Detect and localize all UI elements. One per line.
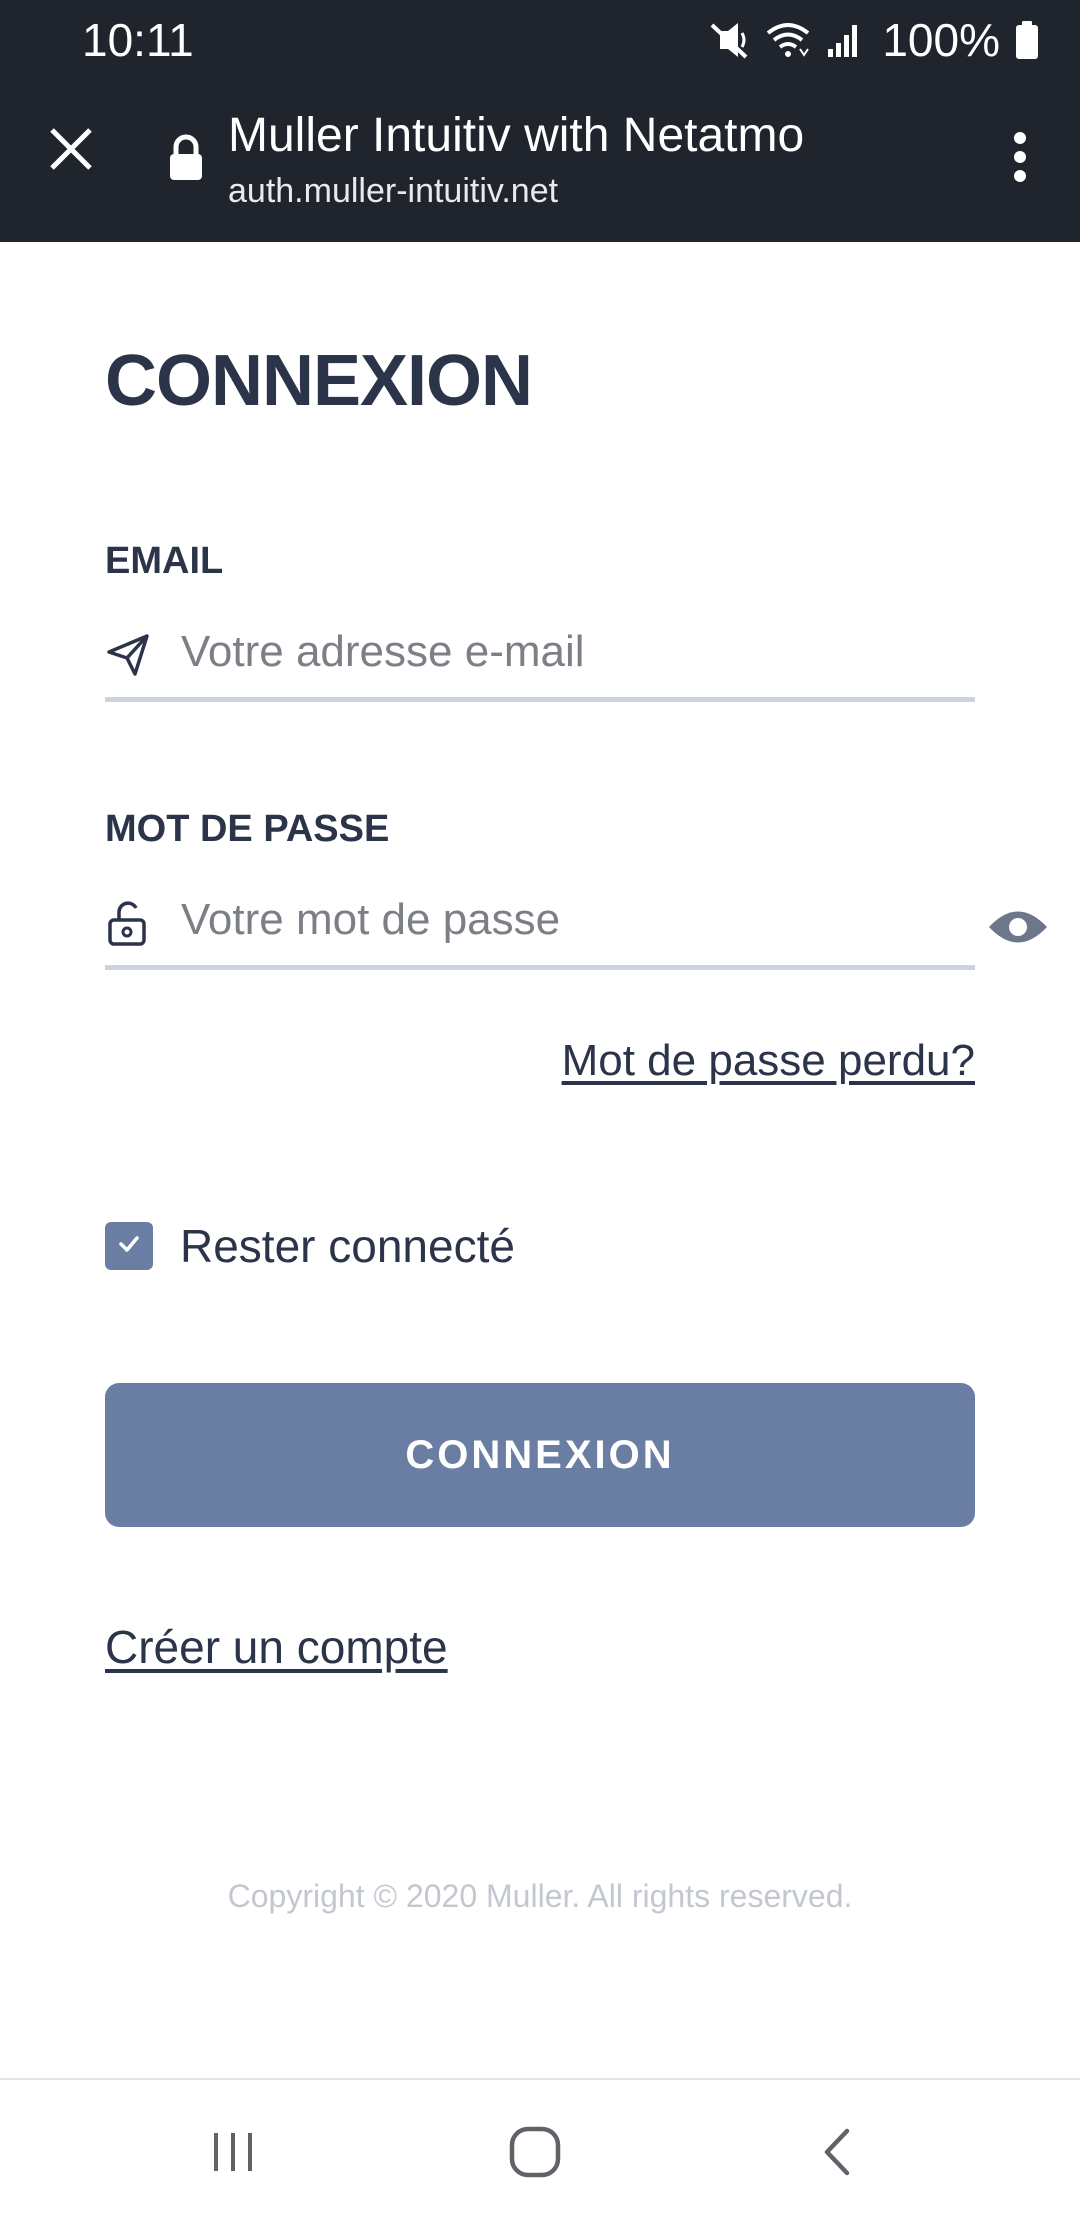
unlock-icon bbox=[105, 900, 151, 946]
email-field-row bbox=[105, 612, 975, 702]
status-time: 10:11 bbox=[82, 14, 194, 66]
page-url: auth.muller-intuitiv.net bbox=[228, 172, 559, 210]
remember-me-checkbox[interactable] bbox=[105, 1222, 153, 1270]
eye-icon bbox=[987, 906, 1049, 953]
battery-percentage: 100% bbox=[882, 14, 1000, 66]
login-button[interactable]: CONNEXION bbox=[105, 1383, 975, 1527]
remember-me-label[interactable]: Rester connecté bbox=[180, 1216, 515, 1276]
toggle-password-visibility-button[interactable] bbox=[986, 897, 1050, 961]
email-label: EMAIL bbox=[105, 540, 224, 582]
close-icon bbox=[48, 126, 94, 177]
wifi-icon bbox=[764, 19, 812, 61]
create-account-link[interactable]: Créer un compte bbox=[105, 1620, 448, 1674]
mute-icon bbox=[708, 19, 750, 61]
system-nav-bar bbox=[0, 2078, 1080, 2220]
page-title: Muller Intuitiv with Netatmo bbox=[228, 109, 805, 162]
check-icon bbox=[116, 1231, 142, 1262]
back-icon bbox=[817, 2127, 857, 2182]
more-vert-icon bbox=[1013, 131, 1027, 188]
back-button[interactable] bbox=[792, 2114, 882, 2194]
copyright-text: Copyright © 2020 Muller. All rights rese… bbox=[227, 1878, 853, 1914]
status-icons: 100% bbox=[708, 10, 1040, 70]
login-heading: CONNEXION bbox=[105, 341, 533, 421]
battery-icon bbox=[1014, 19, 1040, 61]
home-icon bbox=[508, 2125, 562, 2184]
recents-icon bbox=[208, 2127, 258, 2182]
password-label: MOT DE PASSE bbox=[105, 808, 390, 850]
forgot-password-link[interactable]: Mot de passe perdu? bbox=[562, 1036, 975, 1086]
recents-button[interactable] bbox=[188, 2114, 278, 2194]
password-field-row bbox=[105, 880, 975, 970]
signal-icon bbox=[826, 19, 862, 61]
more-options-button[interactable] bbox=[990, 124, 1050, 194]
lock-icon bbox=[166, 134, 206, 182]
close-button[interactable] bbox=[36, 116, 106, 186]
send-icon bbox=[105, 632, 151, 678]
password-input[interactable] bbox=[181, 880, 961, 960]
home-button[interactable] bbox=[490, 2114, 580, 2194]
top-chrome: 10:11 100% Muller Intuitiv with Netatmo … bbox=[0, 0, 1080, 242]
email-input[interactable] bbox=[181, 612, 961, 692]
